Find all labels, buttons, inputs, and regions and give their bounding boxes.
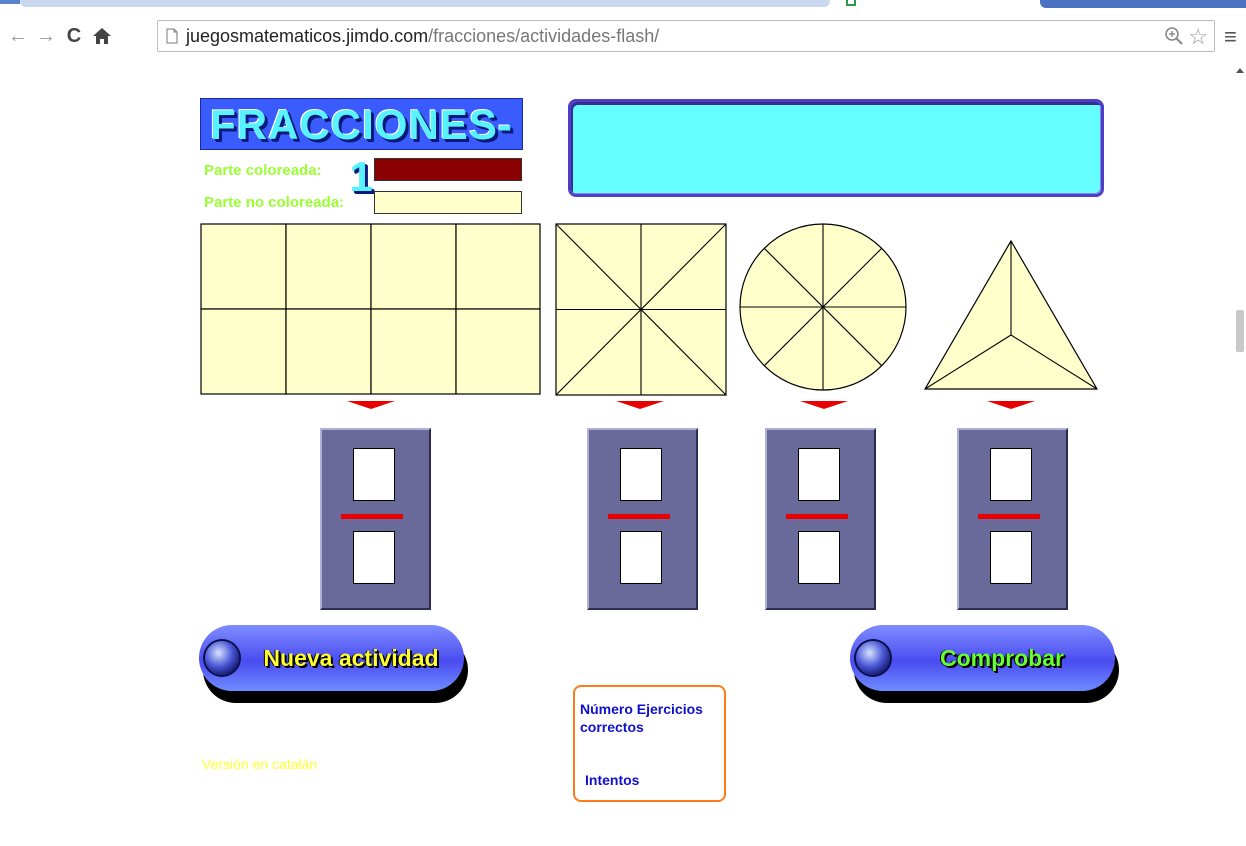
legend-uncolored-swatch xyxy=(374,191,522,214)
catalan-version-link[interactable]: Versión en catalán xyxy=(202,756,317,772)
back-arrow-icon[interactable]: ← xyxy=(8,24,28,48)
rect-part-7 xyxy=(370,308,457,395)
new-activity-label: Nueva actividad xyxy=(263,645,439,671)
rect-part-5 xyxy=(200,308,287,395)
message-display xyxy=(568,99,1104,197)
denominator-input[interactable] xyxy=(798,531,840,584)
score-box: Número Ejercicios correctos Intentos xyxy=(573,685,726,802)
new-activity-button[interactable]: Nueva actividad xyxy=(199,625,469,705)
tab-edge xyxy=(0,0,20,4)
star-icon[interactable]: ☆ xyxy=(1188,24,1208,50)
fraction-panel-2 xyxy=(587,428,698,610)
fraction-panel-1 xyxy=(320,428,431,610)
check-button[interactable]: Comprobar xyxy=(850,625,1120,705)
orb-icon xyxy=(205,641,239,675)
fraction-bar xyxy=(341,514,403,519)
rect-part-1 xyxy=(200,223,287,310)
legend-colored-label: Parte coloreada: xyxy=(204,162,322,179)
legend-uncolored-label: Parte no coloreada: xyxy=(204,194,345,211)
forward-arrow-icon[interactable]: → xyxy=(36,24,56,48)
legend-colored-swatch xyxy=(374,158,522,181)
correct-exercises-label: Número Ejercicios correctos xyxy=(580,701,703,735)
numerator-input[interactable] xyxy=(990,448,1032,501)
rect-part-3 xyxy=(370,223,457,310)
button-body: Nueva actividad xyxy=(199,625,464,691)
numerator-input[interactable] xyxy=(798,448,840,501)
numerator-input[interactable] xyxy=(353,448,395,501)
page-scrollbar[interactable] xyxy=(1234,62,1246,846)
url-text: juegosmatematicos.jimdo.com/fracciones/a… xyxy=(186,26,659,47)
orb-icon xyxy=(856,641,890,675)
rect-part-8 xyxy=(455,308,541,395)
denominator-input[interactable] xyxy=(620,531,662,584)
fraction-bar xyxy=(978,514,1040,519)
arrow-marker xyxy=(800,401,848,409)
url-host: juegosmatematicos.jimdo.com xyxy=(186,26,429,46)
rect-part-4 xyxy=(455,223,541,310)
arrow-marker xyxy=(987,401,1035,409)
hamburger-menu-icon[interactable]: ≡ xyxy=(1224,24,1237,50)
arrow-marker xyxy=(347,401,395,409)
tab-strip xyxy=(0,0,1246,14)
square-diagonals-shape[interactable] xyxy=(555,223,727,396)
circle-sectors-shape[interactable] xyxy=(738,221,908,393)
activity-title-banner: FRACCIONES-1 xyxy=(200,98,523,200)
scroll-thumb[interactable] xyxy=(1236,310,1244,352)
rect-part-6 xyxy=(285,308,372,395)
rectangle-grid-shape[interactable] xyxy=(200,223,542,396)
attempts-label: Intentos xyxy=(585,772,640,788)
fraction-bar xyxy=(608,514,670,519)
fraction-bar xyxy=(786,514,848,519)
zoom-icon[interactable] xyxy=(1164,26,1184,46)
arrow-marker xyxy=(616,401,664,409)
tab-background xyxy=(20,0,830,7)
triangle-center-shape[interactable] xyxy=(923,238,1099,392)
fraction-panel-3 xyxy=(765,428,876,610)
scroll-up-arrow-icon[interactable] xyxy=(1236,68,1244,73)
url-path: /fracciones/actividades-flash/ xyxy=(428,26,660,46)
rect-part-2 xyxy=(285,223,372,310)
browser-toolbar: ← → C juegosmatematicos.jimdo.com/fracci… xyxy=(0,14,1246,62)
page-icon xyxy=(166,28,178,44)
check-label: Comprobar xyxy=(940,645,1064,671)
denominator-input[interactable] xyxy=(353,531,395,584)
reload-icon[interactable]: C xyxy=(64,24,84,48)
activity-title: FRACCIONES-1 xyxy=(210,101,513,200)
denominator-input[interactable] xyxy=(990,531,1032,584)
button-body: Comprobar xyxy=(850,625,1115,691)
numerator-input[interactable] xyxy=(620,448,662,501)
tab-favicon xyxy=(846,0,856,6)
home-icon[interactable] xyxy=(92,24,112,48)
fraction-panel-4 xyxy=(957,428,1068,610)
address-bar[interactable]: juegosmatematicos.jimdo.com/fracciones/a… xyxy=(157,20,1215,52)
tab-active-edge xyxy=(1040,0,1246,8)
